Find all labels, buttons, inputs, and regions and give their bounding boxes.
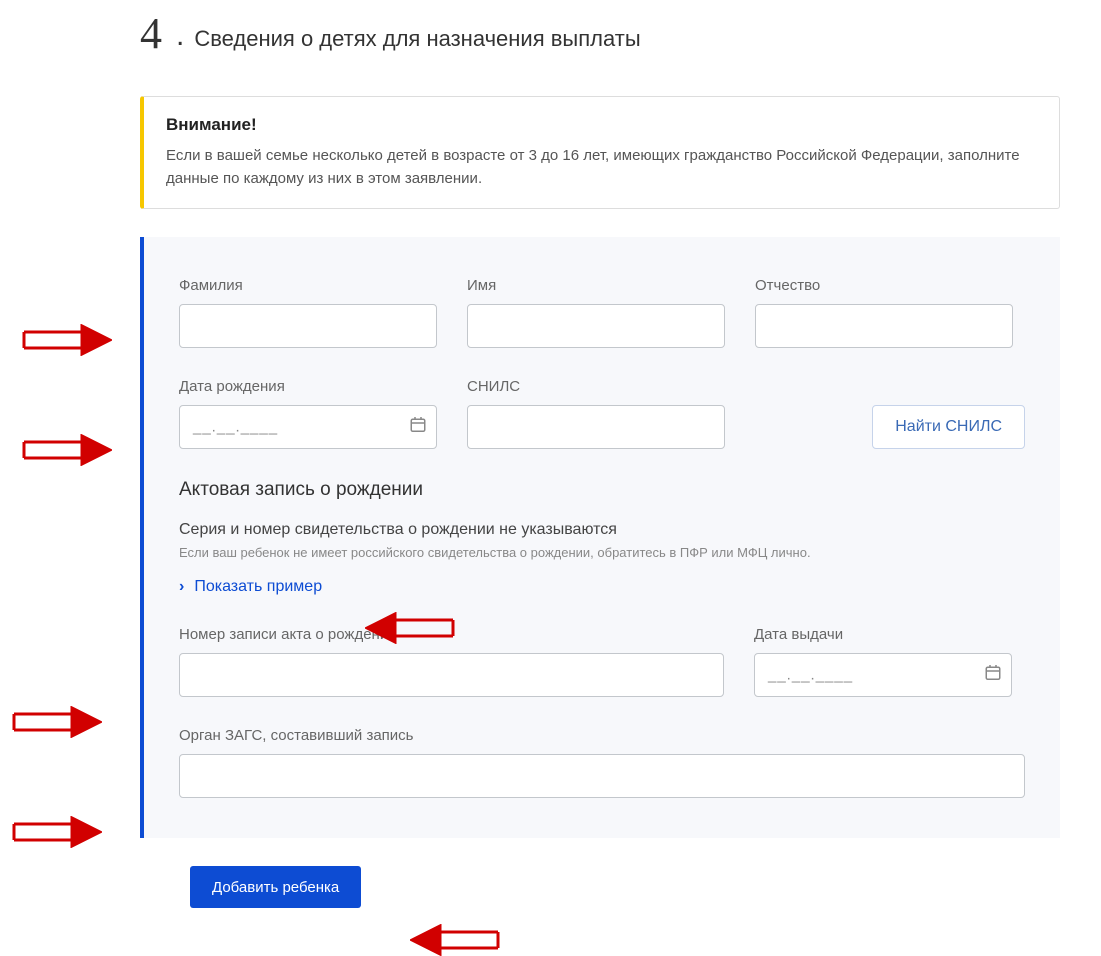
- section-heading: 4 . Сведения о детях для назначения выпл…: [140, 12, 1060, 56]
- dob-label: Дата рождения: [179, 378, 437, 395]
- find-snils-button[interactable]: Найти СНИЛС: [872, 405, 1025, 449]
- step-dot: .: [176, 16, 184, 56]
- issue-date-placeholder: __.__.____: [768, 667, 853, 684]
- patronymic-input[interactable]: [755, 304, 1013, 348]
- annotation-arrow-icon: [12, 706, 102, 738]
- first-name-input[interactable]: [467, 304, 725, 348]
- calendar-icon[interactable]: [984, 664, 1002, 687]
- patronymic-label: Отчество: [755, 277, 1013, 294]
- show-example-link[interactable]: › Показать пример: [179, 578, 322, 596]
- zags-body-input[interactable]: [179, 754, 1025, 798]
- annotation-arrow-icon: [22, 434, 112, 466]
- zags-body-label: Орган ЗАГС, составивший запись: [179, 727, 1025, 744]
- last-name-input[interactable]: [179, 304, 437, 348]
- add-child-button[interactable]: Добавить ребенка: [190, 866, 361, 908]
- warning-text: Если в вашей семье несколько детей в воз…: [166, 145, 1037, 190]
- first-name-label: Имя: [467, 277, 725, 294]
- annotation-arrow-icon: [12, 816, 102, 848]
- chevron-right-icon: ›: [179, 578, 184, 596]
- birth-record-subtext2: Если ваш ребенок не имеет российского св…: [179, 545, 1025, 560]
- annotation-arrow-icon: [410, 924, 500, 956]
- dob-placeholder: __.__.____: [193, 419, 278, 436]
- child-form-block: Фамилия Имя Отчество Дата рождения: [140, 237, 1060, 838]
- calendar-icon[interactable]: [409, 416, 427, 439]
- birth-record-heading: Актовая запись о рождении: [179, 479, 1025, 501]
- issue-date-label: Дата выдачи: [754, 626, 1012, 643]
- record-number-input[interactable]: [179, 653, 724, 697]
- warning-box: Внимание! Если в вашей семье несколько д…: [140, 96, 1060, 209]
- birth-record-subtext1: Серия и номер свидетельства о рождении н…: [179, 521, 1025, 539]
- step-title: Сведения о детях для назначения выплаты: [194, 26, 640, 52]
- record-number-label: Номер записи акта о рождении: [179, 626, 724, 643]
- show-example-label: Показать пример: [194, 578, 322, 596]
- warning-title: Внимание!: [166, 115, 1037, 135]
- annotation-arrow-icon: [22, 324, 112, 356]
- last-name-label: Фамилия: [179, 277, 437, 294]
- snils-input[interactable]: [467, 405, 725, 449]
- step-number: 4: [140, 12, 162, 56]
- snils-label: СНИЛС: [467, 378, 725, 395]
